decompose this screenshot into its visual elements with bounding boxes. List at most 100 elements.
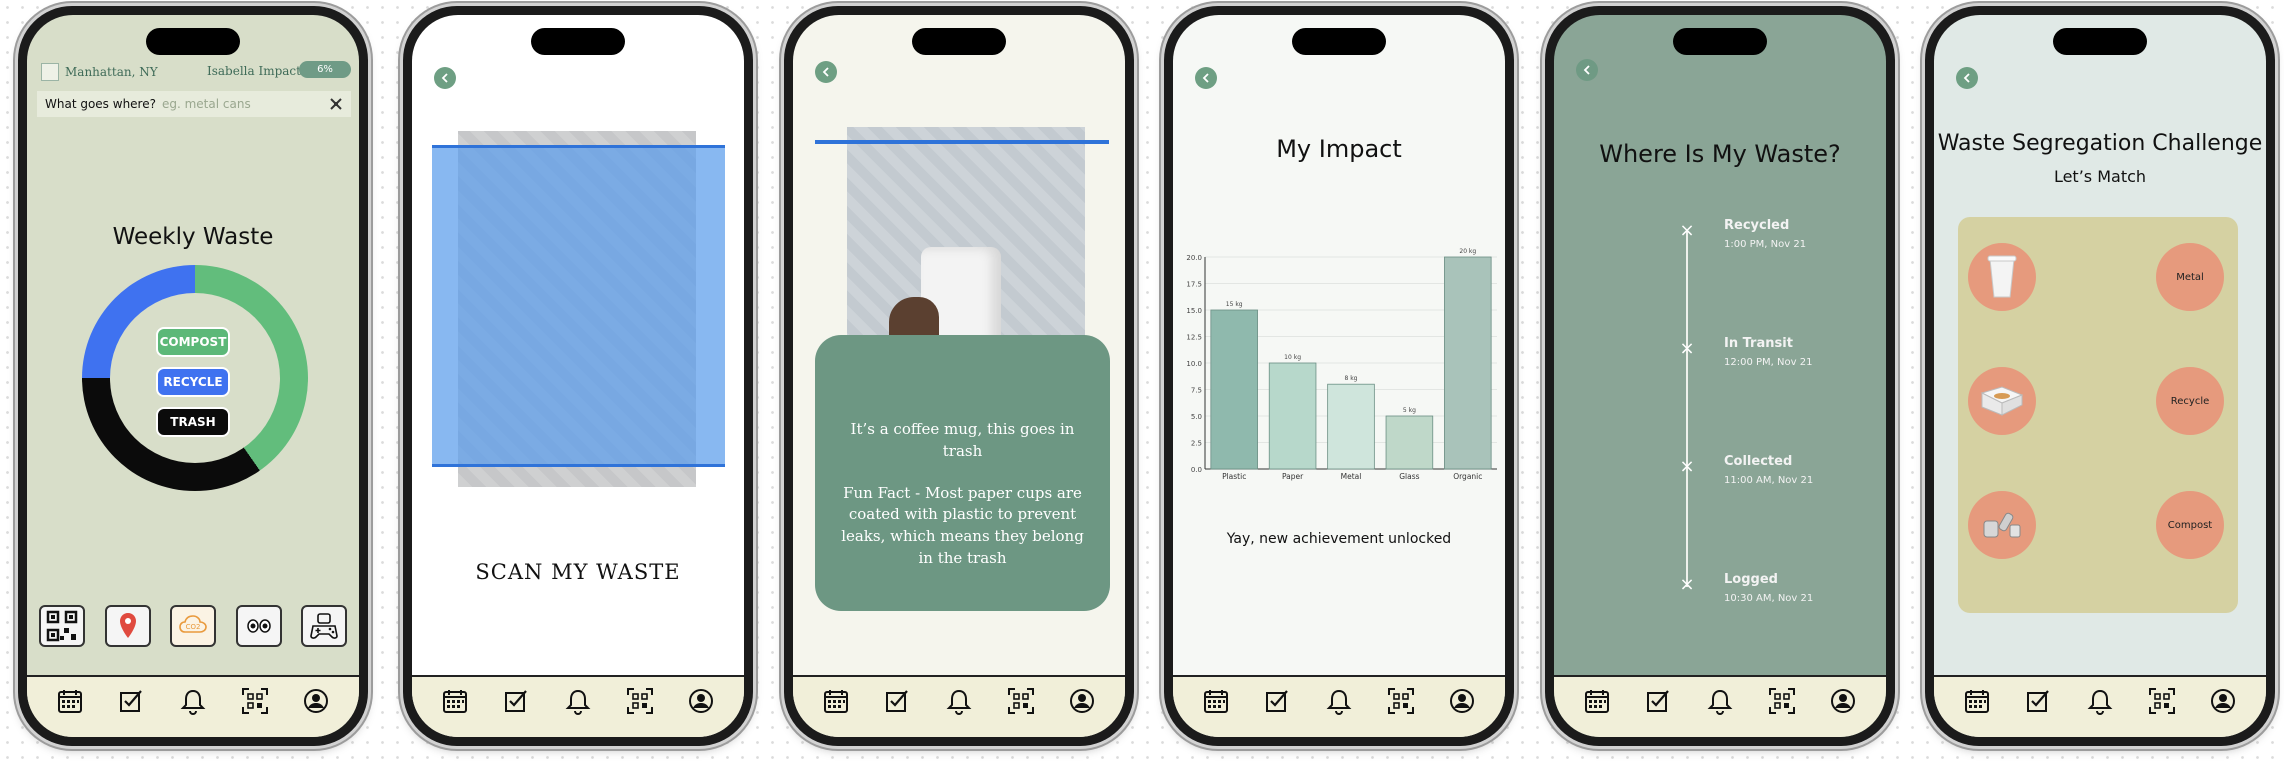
dynamic-island xyxy=(1292,28,1386,55)
timeline-track xyxy=(1686,231,1688,587)
y-tick-label: 2.5 xyxy=(1191,440,1202,448)
progress-badge: 6% xyxy=(299,61,351,78)
x-tick-label: Metal xyxy=(1341,472,1362,481)
compost-button[interactable]: COMPOST xyxy=(156,327,230,357)
back-button[interactable] xyxy=(434,67,456,89)
step-status: In Transit xyxy=(1724,336,1793,351)
step-status: Collected xyxy=(1724,454,1793,469)
tab-bar xyxy=(1554,675,1886,737)
dynamic-island xyxy=(146,28,240,55)
bell-icon[interactable] xyxy=(1325,687,1353,715)
bell-icon[interactable] xyxy=(945,687,973,715)
page-subtitle: Let’s Match xyxy=(2053,167,2147,186)
checklist-icon[interactable] xyxy=(502,687,530,715)
location-indicator[interactable]: Manhattan, NY xyxy=(41,63,158,81)
qr-scan-icon[interactable] xyxy=(1387,687,1415,715)
y-tick-label: 15.0 xyxy=(1186,307,1202,315)
trash-button[interactable]: TRASH xyxy=(156,407,230,437)
step-status: Recycled xyxy=(1724,218,1790,233)
checklist-icon[interactable] xyxy=(117,687,145,715)
phone-scan: SCAN MY WASTE xyxy=(403,6,753,746)
page-title: Weekly Waste xyxy=(112,224,274,250)
recycle-button[interactable]: RECYCLE xyxy=(156,367,230,397)
bar-glass xyxy=(1385,415,1434,470)
profile-icon[interactable] xyxy=(1448,687,1476,715)
scan-screen: SCAN MY WASTE xyxy=(412,15,744,737)
challenge-screen: Waste Segregation Challenge Let’s Match … xyxy=(1934,15,2266,737)
impact-screen: My Impact 0.0 2.5 5.0 7.5 10.0 12.5 15.0 17.5 20… xyxy=(1173,15,1505,737)
page-title: Waste Segregation Challenge xyxy=(1937,131,2263,156)
step-time: 1:00 PM, Nov 21 xyxy=(1724,239,1807,250)
checklist-icon[interactable] xyxy=(883,687,911,715)
x-tick-label: Plastic xyxy=(1222,472,1246,481)
page-title: Where Is My Waste? xyxy=(1599,140,1841,168)
y-tick-label: 20.0 xyxy=(1186,254,1202,262)
cans-icon[interactable] xyxy=(1968,491,2036,559)
qr-scan-icon[interactable] xyxy=(2148,687,2176,715)
chevron-left-icon xyxy=(441,73,448,83)
target-metal[interactable]: Metal xyxy=(2156,243,2224,311)
result-card: It’s a coffee mug, this goes in trash Fu… xyxy=(815,335,1110,611)
calendar-icon[interactable] xyxy=(1583,687,1611,715)
qr-code-icon[interactable] xyxy=(39,605,85,647)
paper-cup-icon[interactable] xyxy=(1968,243,2036,311)
y-tick-label: 12.5 xyxy=(1186,334,1202,342)
chevron-left-icon xyxy=(1202,73,1209,83)
target-recycle[interactable]: Recycle xyxy=(2156,367,2224,435)
timeline-marker-icon: × xyxy=(1679,220,1695,241)
y-tick-label: 7.5 xyxy=(1191,387,1202,395)
calendar-icon[interactable] xyxy=(1202,687,1230,715)
back-button[interactable] xyxy=(1576,59,1598,81)
achievement-message: Yay, new achievement unlocked xyxy=(1226,531,1452,547)
close-icon[interactable] xyxy=(329,97,343,111)
tab-bar xyxy=(1934,675,2266,737)
qr-scan-icon[interactable] xyxy=(1768,687,1796,715)
checklist-icon[interactable] xyxy=(2024,687,2052,715)
checklist-icon[interactable] xyxy=(1263,687,1291,715)
chevron-left-icon xyxy=(1583,65,1590,75)
match-board: Metal Recycle Compost xyxy=(1958,217,2238,613)
search-input[interactable]: eg. metal cans xyxy=(162,97,329,111)
bell-icon[interactable] xyxy=(564,687,592,715)
back-button[interactable] xyxy=(815,61,837,83)
qr-scan-icon[interactable] xyxy=(626,687,654,715)
food-container-icon[interactable] xyxy=(1968,367,2036,435)
tab-bar xyxy=(27,675,359,737)
phone-tracking: Where Is My Waste? × Recycled 1:00 PM, N… xyxy=(1545,6,1895,746)
scan-label: SCAN MY WASTE xyxy=(475,560,681,584)
profile-icon[interactable] xyxy=(687,687,715,715)
bell-icon[interactable] xyxy=(179,687,207,715)
qr-scan-icon[interactable] xyxy=(241,687,269,715)
timeline-step: Logged 10:30 AM, Nov 21 xyxy=(1724,572,1813,604)
data-label: 8 kg xyxy=(1344,375,1357,382)
gamepad-icon[interactable] xyxy=(301,605,347,647)
target-compost[interactable]: Compost xyxy=(2156,491,2224,559)
y-tick-label: 5.0 xyxy=(1191,413,1202,421)
bar-plastic xyxy=(1210,309,1258,470)
calendar-icon[interactable] xyxy=(1963,687,1991,715)
bell-icon[interactable] xyxy=(2086,687,2114,715)
bell-icon[interactable] xyxy=(1706,687,1734,715)
back-button[interactable] xyxy=(1956,67,1978,89)
profile-icon[interactable] xyxy=(2209,687,2237,715)
calendar-icon[interactable] xyxy=(56,687,84,715)
profile-icon[interactable] xyxy=(1829,687,1857,715)
back-button[interactable] xyxy=(1195,67,1217,89)
profile-icon[interactable] xyxy=(302,687,330,715)
scan-line xyxy=(815,140,1109,144)
tracking-screen: Where Is My Waste? × Recycled 1:00 PM, N… xyxy=(1554,15,1886,737)
map-pin-icon[interactable] xyxy=(104,605,151,647)
search-bar[interactable]: What goes where? eg. metal cans xyxy=(37,91,351,117)
search-label: What goes where? xyxy=(45,97,156,111)
qr-scan-icon[interactable] xyxy=(1007,687,1035,715)
eyes-icon[interactable] xyxy=(235,605,282,647)
checklist-icon[interactable] xyxy=(1644,687,1672,715)
calendar-icon[interactable] xyxy=(441,687,469,715)
location-icon xyxy=(41,63,59,81)
tab-bar xyxy=(793,675,1125,737)
calendar-icon[interactable] xyxy=(822,687,850,715)
timeline-step: Recycled 1:00 PM, Nov 21 xyxy=(1724,218,1806,250)
co2-cloud-icon[interactable]: CO2 xyxy=(170,605,216,647)
scan-overlay xyxy=(432,145,725,467)
profile-icon[interactable] xyxy=(1068,687,1096,715)
